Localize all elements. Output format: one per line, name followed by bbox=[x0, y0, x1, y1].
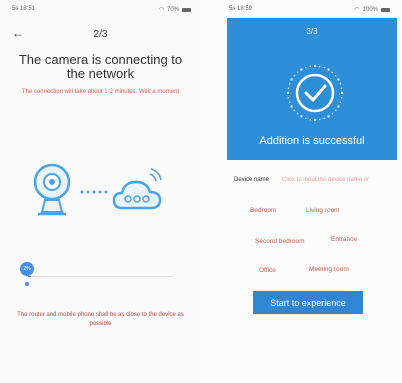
step-indicator: 2/3 bbox=[93, 29, 108, 40]
room-chip-entrance[interactable]: Entrance bbox=[331, 236, 357, 243]
room-chip-bedroom[interactable]: Bedroom bbox=[250, 207, 276, 214]
page-title: The camera is connecting to the network bbox=[18, 52, 183, 81]
connecting-screen: 5ᵴ 18:51 ◠ 70% ← 2/3 The camera is conne… bbox=[0, 0, 201, 383]
battery-icon bbox=[381, 7, 390, 12]
step-indicator: 3/3 bbox=[306, 27, 318, 36]
placement-note: The router and mobile phone shall be as … bbox=[17, 312, 184, 327]
start-experience-button[interactable]: Start to experience bbox=[253, 291, 363, 314]
camera-to-cloud-illustration bbox=[33, 163, 162, 216]
signal-icon bbox=[149, 168, 162, 182]
battery-percent: 100% bbox=[362, 6, 378, 13]
status-bar: 5ᵴ 18:51 ◠ 70% bbox=[0, 0, 201, 20]
status-indicators: ◠ 100% bbox=[354, 6, 390, 13]
device-name-input[interactable] bbox=[282, 174, 398, 186]
room-chip-second-bedroom[interactable]: Second bedroom bbox=[255, 238, 305, 245]
wifi-icon: ◠ bbox=[354, 7, 360, 13]
camera-icon bbox=[33, 163, 71, 216]
progress-fill bbox=[28, 276, 31, 277]
progress-bar bbox=[28, 276, 173, 277]
connection-hint: The connection will take about 1-2 minut… bbox=[21, 89, 180, 95]
room-chip-meeting-room[interactable]: Meeting room bbox=[309, 266, 349, 273]
room-chip-office[interactable]: Office bbox=[259, 267, 276, 274]
progress-marker bbox=[25, 282, 29, 286]
status-indicators: ◠ 70% bbox=[159, 6, 191, 13]
success-message: Addition is successful bbox=[259, 135, 365, 147]
battery-percent: 70% bbox=[166, 6, 179, 13]
status-time: 5ᵴ 18:51 bbox=[12, 6, 36, 12]
device-name-row: Device name bbox=[234, 174, 402, 186]
cloud-icon bbox=[112, 180, 162, 210]
battery-icon bbox=[182, 7, 191, 12]
connection-dots-icon bbox=[80, 190, 108, 194]
success-banner: 3/3 Addition is successful bbox=[227, 18, 397, 160]
room-chip-living-room[interactable]: Living room bbox=[306, 207, 340, 214]
status-bar: 5ᵴ 18:59 ◠ 100% bbox=[201, 0, 402, 18]
wifi-icon: ◠ bbox=[158, 7, 164, 13]
device-name-label: Device name bbox=[234, 177, 270, 183]
check-circle-icon bbox=[286, 64, 344, 122]
status-time: 5ᵴ 18:59 bbox=[229, 6, 253, 12]
success-screen: 3/3 Addition is successful 5ᵴ 18:59 ◠ 10… bbox=[201, 0, 402, 383]
progress-badge: 2% bbox=[20, 262, 34, 276]
